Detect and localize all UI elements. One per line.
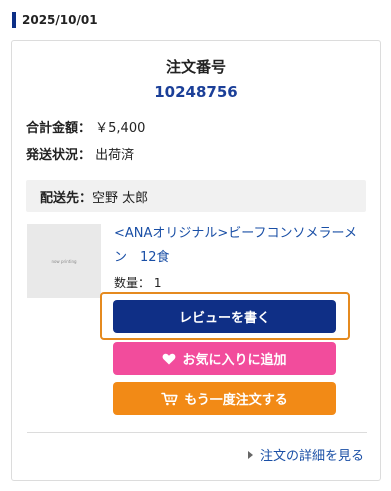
status-value: 出荷済	[95, 148, 135, 163]
qty-label: 数量：	[114, 276, 151, 290]
order-date-header: 2025/10/01	[12, 12, 98, 28]
reorder-label: もう一度注文する	[184, 393, 288, 408]
product-quantity: 数量： 1	[114, 274, 161, 291]
write-review-label: レビューを書く	[178, 311, 270, 326]
shipping-status: 発送状況： 出荷済	[26, 144, 134, 163]
product-thumbnail[interactable]: now printing	[27, 224, 101, 298]
date-accent-bar	[12, 12, 16, 28]
thumbnail-placeholder-text: now printing	[51, 258, 77, 264]
reorder-button[interactable]: もう一度注文する	[113, 382, 336, 415]
ship-value: 空野 太郎	[92, 190, 149, 206]
total-label: 合計金額：	[26, 121, 92, 136]
cart-icon	[161, 392, 178, 406]
triangle-right-icon	[247, 450, 253, 459]
order-card: 注文番号 10248756 合計金額： ￥5,400 発送状況： 出荷済 配送先…	[11, 40, 381, 481]
write-review-button[interactable]: レビューを書く	[113, 300, 336, 333]
order-date: 2025/10/01	[22, 13, 98, 27]
shipping-address: 配送先： 空野 太郎	[26, 180, 366, 212]
order-detail-label: 注文の詳細を見る	[259, 449, 364, 464]
card-divider	[27, 432, 367, 433]
ship-label: 配送先：	[40, 190, 93, 206]
order-total: 合計金額： ￥5,400	[26, 117, 145, 136]
order-number-label: 注文番号	[165, 58, 226, 76]
qty-value: 1	[153, 276, 162, 290]
order-number: 10248756	[154, 83, 238, 101]
product-name-link[interactable]: <ANAオリジナル>ビーフコンソメラーメン 12食	[114, 222, 364, 270]
total-value: ￥5,400	[95, 121, 146, 136]
order-detail-link[interactable]: 注文の詳細を見る	[247, 445, 364, 464]
heart-icon	[162, 353, 176, 365]
add-favorite-button[interactable]: お気に入りに追加	[113, 342, 336, 375]
add-favorite-label: お気に入りに追加	[182, 353, 287, 368]
status-label: 発送状況：	[26, 148, 92, 163]
